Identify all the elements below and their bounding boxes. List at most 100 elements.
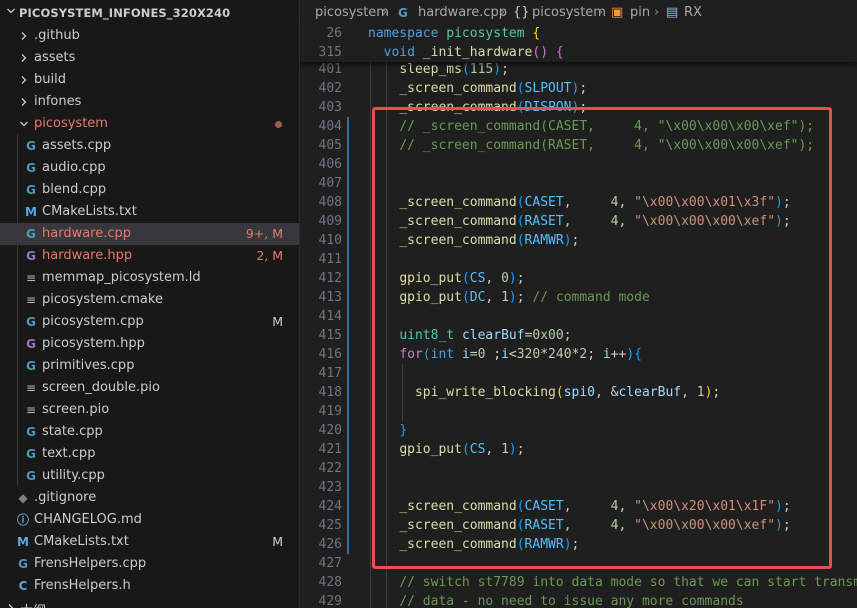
- tree-file[interactable]: C FrensHelpers.h: [0, 575, 299, 597]
- tree-file[interactable]: ≡ picosystem.cmake: [0, 289, 299, 311]
- code-text: sleep_ms(115);: [399, 62, 509, 77]
- tree-file[interactable]: G FrensHelpers.cpp: [0, 553, 299, 575]
- tree-file[interactable]: Gstate.cpp: [0, 421, 299, 443]
- tree-file[interactable]: Gpicosystem.cpp M: [0, 311, 299, 333]
- code-text: // data - no need to issue any more comm…: [399, 594, 744, 608]
- cpp-file-icon: G: [398, 6, 408, 20]
- tree-item-label: state.cpp: [42, 424, 103, 439]
- tree-file[interactable]: ≡ screen_double.pio: [0, 377, 299, 399]
- breadcrumb-folder[interactable]: picosystem: [315, 5, 389, 20]
- cpp-file-icon: G: [26, 359, 36, 373]
- highlight-annotation-box: [372, 107, 832, 569]
- namespace-icon: {}: [513, 5, 530, 20]
- tree-item-label: hardware.cpp: [42, 226, 132, 241]
- cpp-file-icon: G: [18, 557, 28, 571]
- hpp-file-icon: G: [26, 249, 36, 263]
- tree-folder[interactable]: .github: [0, 25, 299, 47]
- git-status-badge: M: [272, 534, 283, 549]
- breadcrumb-symbol-pin[interactable]: pin: [630, 5, 650, 20]
- modified-lines-gutter-marker: [347, 117, 349, 554]
- line-number: 402: [318, 81, 342, 96]
- tree-file[interactable]: M CMakeLists.txt M: [0, 531, 299, 553]
- line-number: 426: [318, 537, 342, 552]
- tree-item-label: picosystem: [34, 116, 108, 131]
- tree-item-label: CMakeLists.txt: [34, 534, 129, 549]
- cmake-file-icon: M: [25, 205, 37, 219]
- tree-file[interactable]: Gassets.cpp: [0, 135, 299, 157]
- tree-item-label: assets.cpp: [42, 138, 112, 153]
- tree-folder[interactable]: picosystem: [0, 113, 299, 135]
- explorer-sidebar: PICOSYSTEM_INFONES_320X240 .github assets…: [0, 0, 300, 608]
- code-line[interactable]: 26 namespace picosystem {: [300, 24, 857, 43]
- code-line[interactable]: 402 _screen_command(SLPOUT);: [300, 79, 857, 98]
- tree-item-label: FrensHelpers.h: [34, 578, 131, 593]
- explorer-root-header[interactable]: PICOSYSTEM_INFONES_320X240: [0, 0, 299, 25]
- line-number: 26: [326, 26, 342, 41]
- tree-item-label: hardware.hpp: [42, 248, 133, 263]
- tree-folder[interactable]: infones: [0, 91, 299, 113]
- cpp-file-icon: G: [26, 425, 36, 439]
- code-line[interactable]: 315 void _init_hardware() {: [300, 43, 857, 62]
- line-number: 409: [318, 214, 342, 229]
- tree-file[interactable]: Ghardware.hpp 2, M: [0, 245, 299, 267]
- code-line[interactable]: 429 // data - no need to issue any more …: [300, 592, 857, 608]
- line-number: 425: [318, 518, 342, 533]
- code-line[interactable]: 428 // switch st7789 into data mode so t…: [300, 573, 857, 592]
- chevron-down-icon: [7, 8, 15, 14]
- code-text: void _init_hardware() {: [383, 45, 564, 60]
- breadcrumb-file[interactable]: hardware.cpp: [418, 5, 507, 20]
- tree-file[interactable]: ⓘ CHANGELOG.md: [0, 509, 299, 531]
- c-header-file-icon: C: [18, 579, 28, 593]
- chevron-right-icon: ›: [598, 5, 604, 20]
- tree-file[interactable]: Gaudio.cpp: [0, 157, 299, 179]
- cmake-file-icon: M: [17, 535, 29, 549]
- line-number: 406: [318, 157, 342, 172]
- tree-file[interactable]: Gprimitives.cpp: [0, 355, 299, 377]
- tree-file[interactable]: Gutility.cpp: [0, 465, 299, 487]
- line-number: 429: [318, 594, 342, 608]
- tree-item-label: screen.pio: [42, 402, 110, 417]
- tree-file[interactable]: Ghardware.cpp 9+, M: [0, 223, 299, 245]
- tree-item-label: .gitignore: [34, 490, 97, 505]
- git-status-badge: 2, M: [256, 248, 283, 263]
- chevron-right-icon: ›: [382, 5, 388, 20]
- line-number: 422: [318, 461, 342, 476]
- line-number: 405: [318, 138, 342, 153]
- tree-file[interactable]: Gpicosystem.hpp: [0, 333, 299, 355]
- info-file-icon: ⓘ: [16, 513, 29, 527]
- tree-file[interactable]: M CMakeLists.txt: [0, 201, 299, 223]
- line-number: 420: [318, 423, 342, 438]
- line-number: 421: [318, 442, 342, 457]
- line-number: 401: [318, 62, 342, 77]
- tree-file[interactable]: ≡ memmap_picosystem.ld: [0, 267, 299, 289]
- line-number: 412: [318, 271, 342, 286]
- field-icon: ▣: [611, 5, 624, 20]
- hpp-file-icon: G: [26, 337, 36, 351]
- line-number: 407: [318, 176, 342, 191]
- breadcrumb-namespace[interactable]: picosystem: [532, 5, 606, 20]
- tree-file[interactable]: ◆ .gitignore: [0, 487, 299, 509]
- tree-file[interactable]: Gtext.cpp: [0, 443, 299, 465]
- tree-item-label: utility.cpp: [42, 468, 105, 483]
- tree-file[interactable]: Gblend.cpp: [0, 179, 299, 201]
- tree-file[interactable]: ≡ screen.pio: [0, 399, 299, 421]
- code-text: namespace picosystem {: [368, 26, 541, 41]
- tree-item-label: text.cpp: [42, 446, 96, 461]
- breadcrumb-symbol-rx[interactable]: RX: [684, 5, 702, 20]
- line-number: 419: [318, 404, 342, 419]
- code-line[interactable]: 401 sleep_ms(115);: [300, 60, 857, 79]
- tree-folder[interactable]: build: [0, 69, 299, 91]
- tree-item-label: blend.cpp: [42, 182, 107, 197]
- tree-item-label: picosystem.hpp: [42, 336, 145, 351]
- tree-item-label: memmap_picosystem.ld: [42, 270, 201, 285]
- tree-item-label: assets: [34, 50, 76, 65]
- breadcrumb: picosystem › G hardware.cpp › {} picosys…: [300, 0, 857, 26]
- tree-item-label: primitives.cpp: [42, 358, 135, 373]
- tree-folder[interactable]: assets: [0, 47, 299, 69]
- outline-section[interactable]: 大纲: [0, 597, 299, 608]
- tree-item-label: CHANGELOG.md: [34, 512, 142, 527]
- sticky-scroll[interactable]: 26 namespace picosystem { 315 void _init_h…: [300, 24, 857, 62]
- line-number: 413: [318, 290, 342, 305]
- line-number: 418: [318, 385, 342, 400]
- chevron-down-icon: [20, 121, 28, 127]
